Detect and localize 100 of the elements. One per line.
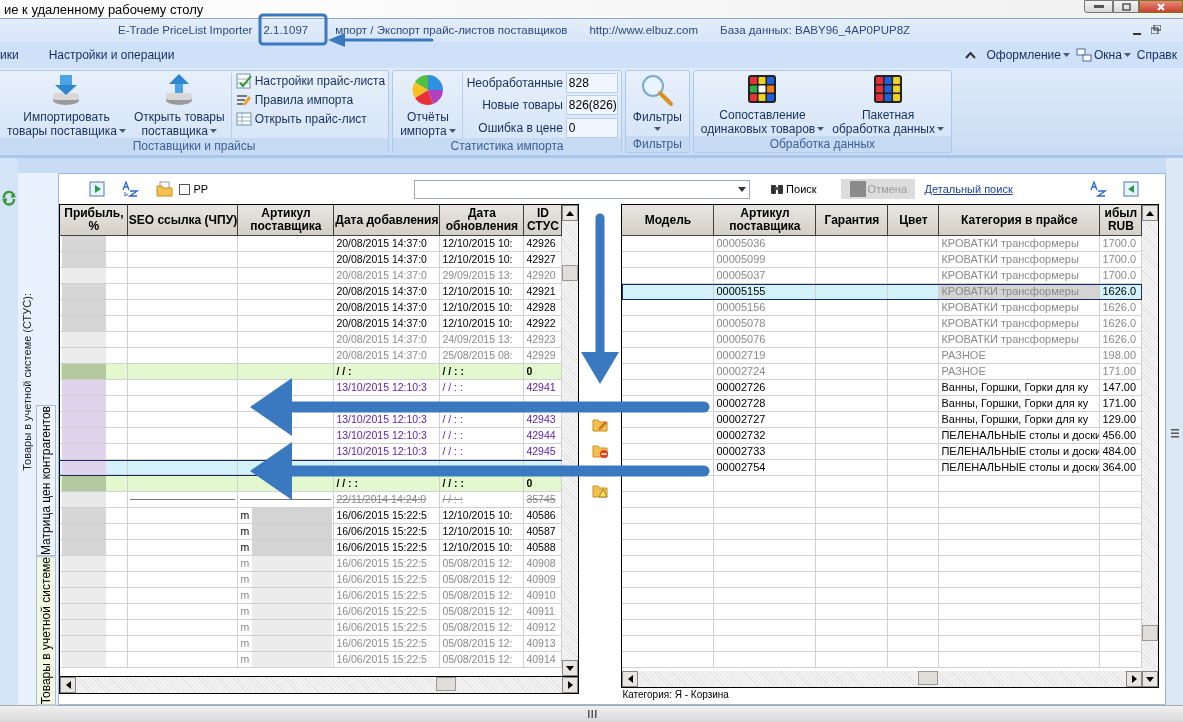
menu-button[interactable]: Оформление	[986, 46, 1070, 64]
ribbon-button[interactable]: Фильтры	[628, 73, 686, 136]
column-header[interactable]: Модель	[622, 205, 715, 236]
table-cell	[888, 652, 940, 668]
window-title: ие к удаленному рабочему столу	[3, 2, 204, 16]
side-tab[interactable]: Матрица цен контрагентов	[36, 404, 57, 556]
column-header[interactable]: Дата обновления	[440, 205, 525, 236]
grip-icon	[1170, 428, 1179, 438]
ribbon-button[interactable]: Открыть прайс-лист	[235, 111, 386, 127]
version-label: 2.1.1097	[262, 22, 310, 38]
table-cell-text: m	[240, 508, 250, 523]
table-cell-text: m	[240, 524, 250, 539]
blur-block	[62, 380, 107, 395]
table-cell-text: m	[240, 540, 250, 555]
scroll-thumb[interactable]	[1142, 625, 1159, 641]
left-arrow-icon	[65, 681, 71, 689]
blur-block	[62, 636, 107, 651]
blur-block	[62, 396, 107, 411]
vertical-scrollbar[interactable]	[562, 205, 579, 676]
ribbon-button[interactable]: Открыть товары поставщика	[129, 73, 229, 138]
ribbon-button[interactable]: Настройки прайс-листа	[235, 73, 386, 89]
scroll-thumb[interactable]	[918, 671, 939, 685]
scroll-thumb[interactable]	[562, 265, 579, 281]
horizontal-scrollbar[interactable]	[622, 671, 1143, 687]
windows-icon	[1075, 47, 1092, 63]
sheet-check-icon	[235, 73, 252, 89]
blur-block	[62, 604, 107, 619]
column-header[interactable]: ID СТУС	[524, 205, 563, 236]
blur-block	[62, 444, 107, 459]
highlight-frame	[258, 13, 328, 46]
menu-tab[interactable]: ики	[0, 46, 47, 64]
pp-checkbox[interactable]: PP	[179, 180, 209, 198]
group-title: Поставщики и прайсы	[0, 138, 389, 154]
folder-icon	[156, 181, 174, 197]
table-cell-text: m	[240, 620, 250, 635]
minimize-icon	[1093, 4, 1104, 9]
table-cell: 16/06/2015 15:22:5	[334, 652, 441, 668]
cube-icon	[872, 73, 905, 105]
ribbon-button[interactable]: Отчёты импорта	[396, 73, 460, 138]
scroll-thumb[interactable]	[436, 677, 457, 691]
table-cell-text: m	[240, 652, 250, 667]
up-arrow-icon	[1146, 210, 1155, 216]
column-header[interactable]: SEO ссылка (ЧПУ)	[128, 205, 239, 236]
website-link[interactable]: http://www.elbuz.com	[589, 21, 699, 40]
pencil-list-icon	[235, 92, 252, 108]
minimize-button[interactable]	[1084, 0, 1113, 13]
menu-button[interactable]: Окна	[1075, 46, 1131, 64]
ribbon-button[interactable]: Пакетная обработка данных	[828, 73, 948, 136]
blur-block	[62, 348, 107, 363]
stat-label: Новые товары	[481, 97, 563, 115]
search-field[interactable]	[414, 179, 751, 199]
column-header[interactable]: Дата добавления	[334, 205, 441, 236]
side-tab[interactable]: Товары в учетной системе	[36, 555, 57, 705]
column-header[interactable]: Цвет	[888, 205, 940, 236]
close-button[interactable]	[1139, 0, 1183, 13]
blur-block	[62, 476, 107, 491]
blur-block	[62, 461, 107, 474]
table-cell-text: m	[240, 636, 250, 651]
menu-tab[interactable]: Настройки и операции	[46, 46, 177, 64]
pie-chart-icon	[410, 73, 445, 107]
folder-warning-icon	[592, 482, 609, 498]
horizontal-scrollbar[interactable]	[0, 705, 1183, 722]
column-header[interactable]: Категория в прайсе	[939, 205, 1101, 236]
vertical-scrollbar[interactable]	[1142, 205, 1159, 687]
export-table-icon	[89, 181, 106, 197]
column-header[interactable]: Гарантия	[816, 205, 889, 236]
table-cell-text: m	[240, 556, 250, 571]
blur-block	[62, 412, 107, 427]
column-header[interactable]: ибыл RUB	[1100, 205, 1143, 236]
detail-search-link[interactable]: Детальный поиск	[924, 180, 1013, 198]
category-label: Категория: Я - Корзина	[621, 688, 730, 701]
column-header[interactable]: Артикул поставщика	[714, 205, 817, 236]
group-title: Фильтры	[625, 136, 689, 152]
maximize-button[interactable]	[1113, 0, 1139, 13]
group-title: Статистика импорта	[393, 138, 621, 154]
folder-pencil-icon	[592, 416, 609, 432]
ribbon-button[interactable]: Сопоставление одинаковых товаров	[696, 73, 829, 136]
binoculars-icon	[770, 183, 785, 195]
horizontal-scrollbar[interactable]	[60, 677, 579, 693]
table-cell-text: m	[240, 572, 250, 587]
blur-block	[62, 268, 107, 283]
column-header[interactable]: Прибыль, %	[60, 205, 129, 236]
stop-icon	[849, 181, 866, 197]
blur-block	[62, 364, 107, 379]
app-subtitle: мпорт / Экспорт прайс-листов поставщиков	[335, 22, 568, 38]
up-arrow-icon	[566, 210, 575, 216]
ribbon-button[interactable]: Правила импорта	[235, 92, 386, 108]
blur-block	[62, 492, 107, 507]
search-button[interactable]: Поиск	[770, 180, 817, 198]
stat-value: 0	[565, 117, 618, 138]
import-table-icon	[1123, 181, 1140, 197]
blur-block	[62, 332, 107, 347]
search-icon	[640, 73, 675, 107]
refresh-icon	[1, 190, 18, 206]
ribbon-button[interactable]: Импортировать товары поставщика	[3, 73, 130, 138]
menu-button[interactable]: Справк	[1136, 46, 1177, 64]
blur-block	[62, 556, 107, 571]
blur-block	[62, 572, 107, 587]
column-header[interactable]: Артикул поставщика	[238, 205, 335, 236]
cube-icon	[746, 73, 779, 105]
